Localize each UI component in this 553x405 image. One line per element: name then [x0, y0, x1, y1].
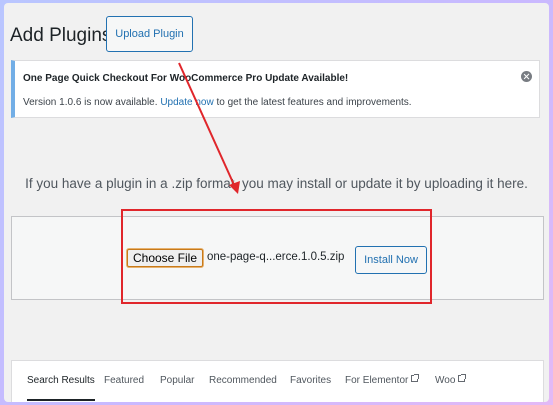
tab-label: Search Results [27, 375, 95, 386]
update-notice: One Page Quick Checkout For WooCommerce … [11, 60, 540, 118]
notice-title: One Page Quick Checkout For WooCommerce … [23, 73, 349, 84]
tab-label: Featured [104, 375, 145, 386]
tab-label: Popular [160, 375, 195, 386]
screenshot-frame: Add Plugins Upload Plugin One Page Quick… [0, 0, 553, 405]
tab-label: For Elementor [345, 375, 409, 386]
external-link-icon [411, 374, 420, 382]
external-link-icon [458, 374, 467, 382]
tab-search-results[interactable]: Search Results [27, 375, 95, 401]
notice-body: Version 1.0.6 is now available. Update n… [23, 97, 412, 108]
upload-help-text: If you have a plugin in a .zip format, y… [25, 176, 528, 191]
notice-body-prefix: Version 1.0.6 is now available. [23, 97, 161, 108]
notice-body-suffix: to get the latest features and improveme… [213, 97, 412, 108]
update-now-link[interactable]: Update now [160, 97, 213, 108]
tab-featured[interactable]: Featured [104, 375, 144, 401]
page-title: Add Plugins [10, 25, 112, 46]
tab-label: Favorites [290, 375, 332, 386]
upload-plugin-button[interactable]: Upload Plugin [106, 16, 193, 52]
tab-popular[interactable]: Popular [160, 375, 194, 401]
tab-recommended[interactable]: Recommended [209, 375, 277, 401]
plugin-filter-bar: Search Results Featured Popular Recommen… [11, 360, 544, 402]
tab-favorites[interactable]: Favorites [290, 375, 331, 401]
tab-label: Woo [435, 375, 456, 386]
tab-label: Recommended [209, 375, 277, 386]
plugins-screen: Add Plugins Upload Plugin One Page Quick… [4, 3, 549, 402]
tab-woo[interactable]: Woo [435, 374, 467, 401]
annotation-highlight-box [121, 209, 432, 304]
close-circle-icon[interactable] [521, 71, 532, 82]
tab-for-elementor[interactable]: For Elementor [345, 374, 420, 401]
